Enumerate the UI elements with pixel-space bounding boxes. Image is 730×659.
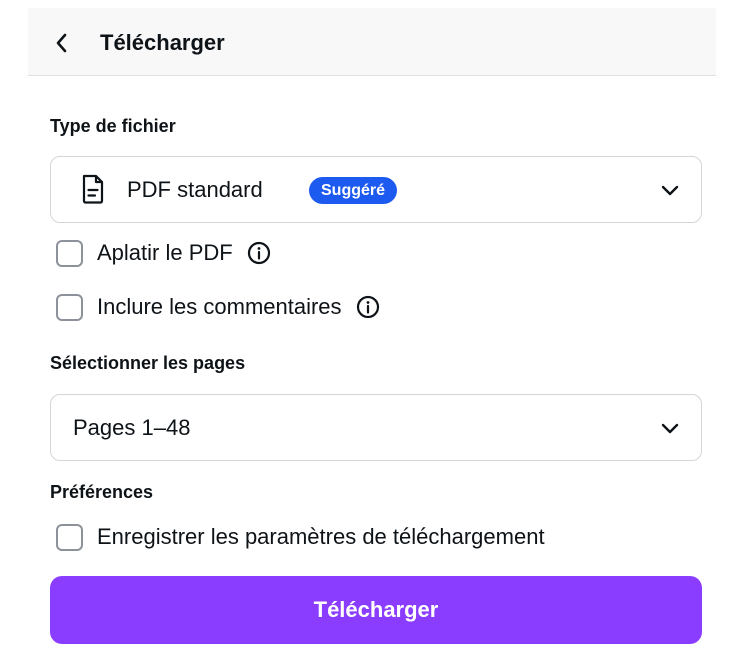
document-icon: [82, 174, 104, 204]
page-title: Télécharger: [100, 30, 225, 55]
pages-select[interactable]: Pages 1–48: [50, 394, 702, 461]
file-type-label: Type de fichier: [50, 116, 176, 136]
include-comments-label: Inclure les commentaires: [97, 294, 342, 319]
save-settings-option[interactable]: Enregistrer les paramètres de télécharge…: [56, 521, 545, 553]
include-comments-checkbox[interactable]: [56, 293, 83, 321]
file-type-value: PDF standard: [127, 177, 263, 202]
back-button[interactable]: [46, 28, 76, 58]
download-button[interactable]: Télécharger: [50, 576, 702, 644]
chevron-down-icon: [661, 423, 679, 433]
info-icon[interactable]: [247, 241, 271, 265]
info-icon[interactable]: [356, 295, 380, 319]
chevron-left-icon: [56, 33, 67, 53]
flatten-pdf-label: Aplatir le PDF: [97, 240, 233, 265]
chevron-down-icon: [661, 185, 679, 195]
pages-value: Pages 1–48: [73, 415, 191, 440]
save-settings-label: Enregistrer les paramètres de télécharge…: [97, 524, 545, 549]
suggested-badge: Suggéré: [309, 177, 398, 204]
include-comments-option[interactable]: Inclure les commentaires: [56, 291, 380, 323]
flatten-pdf-option[interactable]: Aplatir le PDF: [56, 237, 271, 269]
download-panel: Télécharger Type de fichier PDF standard…: [28, 8, 716, 659]
select-pages-label: Sélectionner les pages: [50, 353, 246, 373]
file-type-select[interactable]: PDF standard Suggéré: [50, 156, 702, 223]
preferences-label: Préférences: [50, 482, 154, 502]
flatten-pdf-checkbox[interactable]: [56, 239, 83, 267]
panel-header: Télécharger: [28, 8, 716, 76]
save-settings-checkbox[interactable]: [56, 523, 83, 551]
